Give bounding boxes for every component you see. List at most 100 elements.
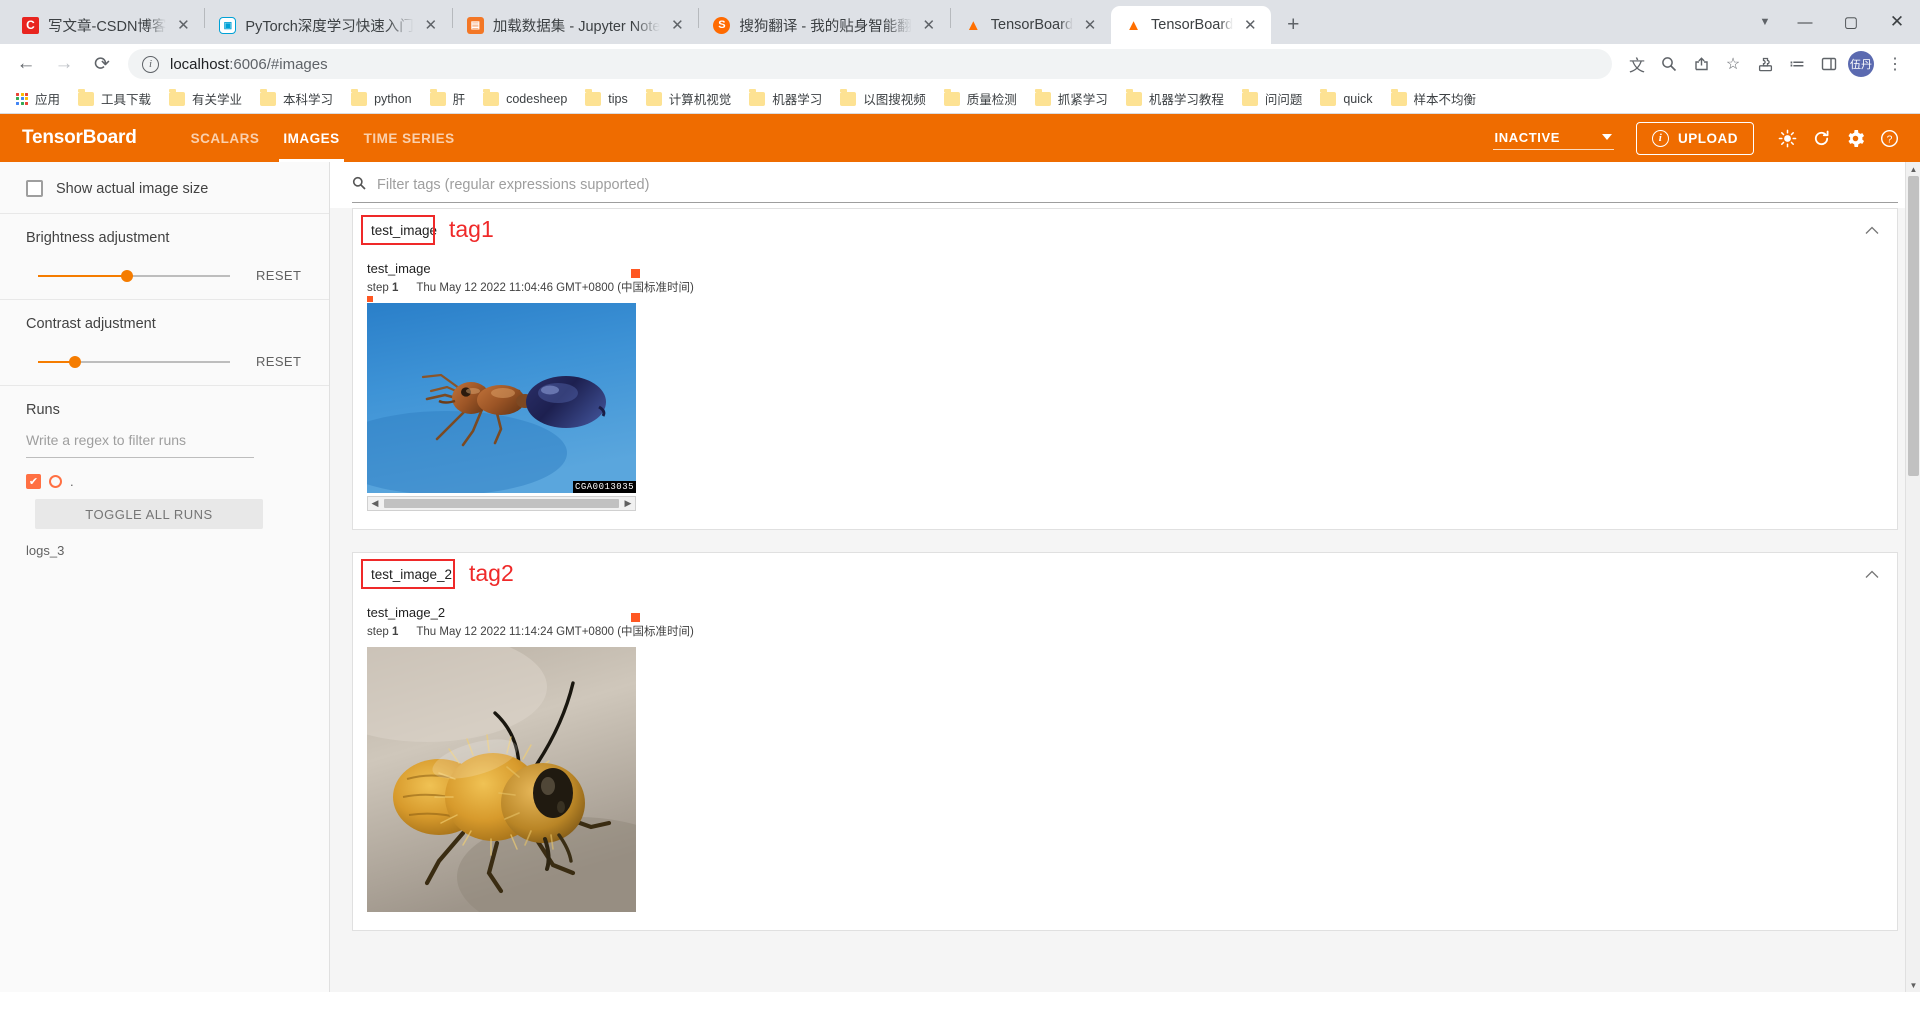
card-collapse-chevron-up-icon[interactable] — [1865, 223, 1879, 238]
scroll-right-arrow-icon[interactable]: ▶ — [621, 498, 635, 509]
new-tab-button[interactable]: + — [1277, 9, 1309, 41]
scroll-down-arrow-icon[interactable]: ▼ — [1906, 978, 1920, 992]
tab-title: TensorBoard — [990, 17, 1074, 33]
side-panel-icon[interactable] — [1814, 49, 1844, 79]
bookmark-item-6[interactable]: codesheep — [475, 89, 575, 109]
scroll-left-arrow-icon[interactable]: ◀ — [368, 498, 382, 509]
tab-images[interactable]: IMAGES — [271, 114, 351, 162]
contrast-title: Contrast adjustment — [26, 316, 156, 332]
tab-close-icon[interactable]: ✕ — [420, 14, 442, 36]
bookmark-item-11[interactable]: 质量检测 — [936, 86, 1025, 111]
run-checkbox[interactable]: ✔ — [26, 474, 41, 489]
reload-status-select[interactable]: INACTIVE — [1492, 127, 1614, 150]
image-preview-wrapper[interactable]: CGA0013035 — [367, 296, 636, 493]
bookmark-item-3[interactable]: 本科学习 — [252, 86, 341, 111]
browser-tab-4[interactable]: ▲ TensorBoard ✕ — [951, 6, 1111, 44]
brightness-slider[interactable] — [38, 269, 230, 283]
bilibili-icon: ▣ — [219, 16, 237, 34]
site-info-icon[interactable]: i — [142, 55, 159, 73]
filter-tags-placeholder: Filter tags (regular expressions support… — [377, 176, 650, 193]
info-icon: i — [1652, 129, 1669, 147]
window-close-button[interactable]: ✕ — [1874, 0, 1920, 44]
card-tag-name: test_image_2 — [371, 566, 453, 582]
bookmark-item-12[interactable]: 抓紧学习 — [1027, 86, 1116, 111]
image-timestamp: Thu May 12 2022 11:04:46 GMT+0800 (中国标准时… — [416, 282, 694, 294]
extensions-puzzle-icon[interactable] — [1750, 49, 1780, 79]
translate-icon[interactable]: 文 — [1622, 49, 1652, 79]
card-collapse-chevron-up-icon[interactable] — [1865, 567, 1879, 582]
tab-search-chevron-down-icon[interactable]: ▼ — [1748, 0, 1782, 44]
ant-macro-photo[interactable] — [367, 303, 636, 493]
folder-icon — [1320, 89, 1337, 106]
slider-fill — [38, 274, 133, 277]
avatar[interactable]: 伍丹 — [1848, 51, 1874, 77]
tab-close-icon[interactable]: ✕ — [172, 14, 194, 36]
forward-arrow-icon[interactable]: → — [48, 48, 80, 80]
browser-tab-3[interactable]: S 搜狗翻译 - 我的贴身智能翻 ✕ — [699, 6, 949, 44]
brightness-reset-button[interactable]: RESET — [256, 268, 301, 283]
browser-menu-icon[interactable]: ⋮ — [1880, 49, 1910, 79]
bookmark-apps[interactable]: 应用 — [8, 86, 68, 111]
bookmark-item-14[interactable]: 问问题 — [1234, 86, 1311, 111]
contrast-reset-button[interactable]: RESET — [256, 354, 301, 369]
bookmark-item-4[interactable]: python — [343, 89, 420, 109]
tab-close-icon[interactable]: ✕ — [1079, 14, 1101, 36]
address-bar[interactable]: i localhost:6006/#images — [128, 49, 1612, 79]
bookmark-item-8[interactable]: 计算机视觉 — [638, 86, 740, 111]
reload-icon[interactable]: ⟳ — [86, 48, 118, 80]
show-actual-image-size-label: Show actual image size — [56, 180, 209, 197]
brightness-theme-icon[interactable] — [1770, 121, 1804, 155]
browser-tab-2[interactable]: ▤ 加载数据集 - Jupyter Note ✕ — [453, 6, 699, 44]
tab-time-series[interactable]: TIME SERIES — [352, 114, 467, 162]
share-icon[interactable] — [1686, 49, 1716, 79]
bookmark-item-7[interactable]: tips — [577, 89, 635, 109]
tab-close-icon[interactable]: ✕ — [1239, 14, 1261, 36]
zoom-search-icon[interactable] — [1654, 49, 1684, 79]
run-list-item[interactable]: ✔ . — [26, 474, 303, 489]
bookmark-item-10[interactable]: 以图搜视频 — [832, 86, 934, 111]
bookmark-item-15[interactable]: quick — [1312, 89, 1380, 109]
tab-scalars[interactable]: SCALARS — [179, 114, 272, 162]
bookmark-item-1[interactable]: 工具下载 — [70, 86, 159, 111]
browser-tab-1[interactable]: ▣ PyTorch深度学习快速入门 ✕ — [205, 6, 451, 44]
contrast-slider[interactable] — [38, 355, 230, 369]
settings-gear-icon[interactable] — [1838, 121, 1872, 155]
show-actual-image-size-row[interactable]: Show actual image size — [0, 162, 329, 213]
bookmark-item-5[interactable]: 肝 — [422, 86, 474, 111]
slider-knob[interactable] — [120, 269, 133, 282]
tab-close-icon[interactable]: ✕ — [666, 14, 688, 36]
scroll-thumb[interactable] — [384, 499, 619, 508]
bee-macro-photo[interactable] — [367, 647, 636, 912]
step-label: step — [367, 626, 389, 638]
browser-tab-5-active[interactable]: ▲ TensorBoard ✕ — [1111, 6, 1272, 44]
browser-tab-0[interactable]: C 写文章-CSDN博客 ✕ — [8, 6, 204, 44]
tab-close-icon[interactable]: ✕ — [918, 14, 940, 36]
help-question-icon[interactable]: ? — [1872, 121, 1906, 155]
back-arrow-icon[interactable]: ← — [10, 48, 42, 80]
step-value: 1 — [391, 626, 399, 638]
page-scroll-thumb[interactable] — [1908, 176, 1919, 476]
bookmark-item-13[interactable]: 机器学习教程 — [1118, 86, 1232, 111]
image-preview-wrapper[interactable] — [367, 647, 636, 912]
bookmark-item-9[interactable]: 机器学习 — [741, 86, 830, 111]
card-header[interactable]: test_image tag1 — [353, 209, 1897, 251]
window-minimize-button[interactable]: — — [1782, 0, 1828, 44]
upload-button[interactable]: i UPLOAD — [1636, 121, 1754, 155]
card-header[interactable]: test_image_2 tag2 — [353, 553, 1897, 595]
bookmark-star-icon[interactable]: ☆ — [1718, 49, 1748, 79]
folder-icon — [483, 89, 500, 106]
bookmark-item-16[interactable]: 样本不均衡 — [1383, 86, 1485, 111]
toggle-all-runs-button[interactable]: TOGGLE ALL RUNS — [35, 499, 263, 529]
runs-filter-input[interactable]: Write a regex to filter runs — [26, 432, 254, 458]
image-horizontal-scrollbar[interactable]: ◀ ▶ — [367, 496, 636, 511]
scroll-up-arrow-icon[interactable]: ▲ — [1906, 162, 1920, 176]
window-maximize-button[interactable]: ▢ — [1828, 0, 1874, 44]
slider-knob[interactable] — [68, 355, 81, 368]
refresh-icon[interactable] — [1804, 121, 1838, 155]
bookmark-item-2[interactable]: 有关学业 — [161, 86, 250, 111]
show-actual-image-size-checkbox[interactable] — [26, 180, 43, 197]
tensorboard-logo[interactable]: TensorBoard — [22, 127, 137, 149]
reading-list-icon[interactable]: ≔ — [1782, 49, 1812, 79]
page-scrollbar[interactable]: ▲ ▼ — [1905, 162, 1920, 992]
filter-tags-input[interactable]: Filter tags (regular expressions support… — [352, 176, 1898, 203]
